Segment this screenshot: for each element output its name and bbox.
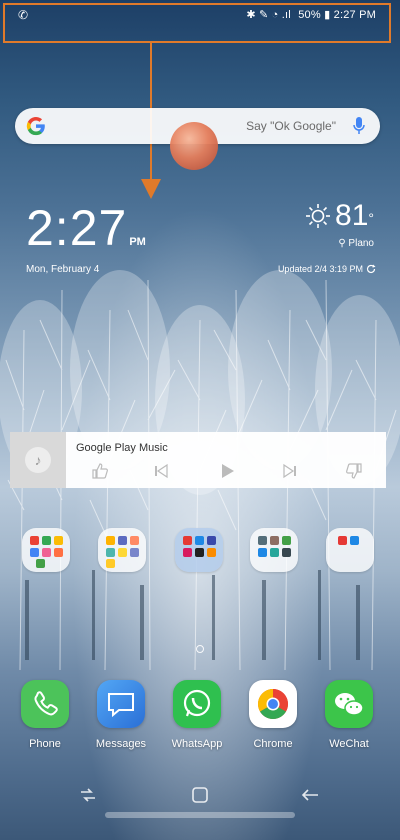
- whatsapp-icon: [173, 680, 221, 728]
- thumbs-up-icon[interactable]: [90, 461, 110, 481]
- clock-ampm: PM: [129, 236, 146, 248]
- wechat-icon: [325, 680, 373, 728]
- app-folder-5[interactable]: [326, 528, 374, 572]
- app-wechat[interactable]: WeChat: [317, 680, 381, 750]
- gesture-handle: [105, 812, 295, 818]
- annotation-highlight-box: [3, 3, 391, 43]
- weather-widget[interactable]: 81 ° ⚲ Plano: [305, 200, 374, 249]
- app-label: Messages: [95, 738, 147, 750]
- app-folder-4[interactable]: [250, 528, 298, 572]
- music-widget[interactable]: ♪ Google Play Music: [10, 432, 386, 488]
- home-button-icon[interactable]: [188, 783, 212, 807]
- app-label: Phone: [29, 738, 61, 750]
- app-label: WhatsApp: [171, 738, 223, 750]
- weather-updated-text: Updated 2/4 3:19 PM: [277, 264, 363, 274]
- degree-symbol: °: [368, 210, 374, 226]
- play-icon[interactable]: [217, 461, 237, 481]
- app-messages[interactable]: Messages: [89, 680, 153, 750]
- navigation-bar: [0, 775, 400, 815]
- moon-image: [170, 122, 218, 170]
- phone-icon: [21, 680, 69, 728]
- app-whatsapp[interactable]: WhatsApp: [165, 680, 229, 750]
- sun-icon: [306, 204, 331, 228]
- mic-icon[interactable]: [352, 116, 366, 136]
- chrome-icon: [249, 680, 297, 728]
- refresh-icon[interactable]: [366, 264, 376, 274]
- back-icon[interactable]: [298, 783, 322, 807]
- album-art[interactable]: ♪: [10, 432, 66, 488]
- app-phone[interactable]: Phone: [13, 680, 77, 750]
- recent-apps-icon[interactable]: [76, 783, 100, 807]
- weather-temperature: 81: [335, 199, 369, 232]
- page-indicator[interactable]: [196, 645, 204, 653]
- location-pin-icon: ⚲: [338, 238, 346, 249]
- search-hint: Say "Ok Google": [246, 119, 336, 133]
- app-folder-3[interactable]: [175, 528, 223, 572]
- next-icon[interactable]: [280, 461, 300, 481]
- weather-updated: Updated 2/4 3:19 PM: [278, 264, 376, 274]
- clock-time: 2:27: [26, 200, 128, 256]
- music-title: Google Play Music: [76, 442, 168, 454]
- app-label: WeChat: [329, 738, 369, 750]
- app-chrome[interactable]: Chrome: [241, 680, 305, 750]
- home-screen: ✆ ✱ ✎ ◔ .ıl 50% ▮ 2:27 PM Say "Ok Google…: [0, 0, 400, 840]
- app-folder-1[interactable]: [22, 528, 70, 572]
- previous-icon[interactable]: [151, 461, 171, 481]
- google-logo-icon: [26, 116, 45, 136]
- clock-widget[interactable]: 2:27 PM: [26, 200, 146, 256]
- music-note-icon: ♪: [25, 447, 51, 473]
- weather-location: ⚲ Plano: [305, 238, 374, 249]
- messages-icon: [97, 680, 145, 728]
- app-folder-2[interactable]: [98, 528, 146, 572]
- weather-location-text: Plano: [348, 238, 374, 249]
- clock-date: Mon, February 4: [26, 264, 100, 275]
- thumbs-down-icon[interactable]: [344, 461, 364, 481]
- app-label: Chrome: [253, 738, 293, 750]
